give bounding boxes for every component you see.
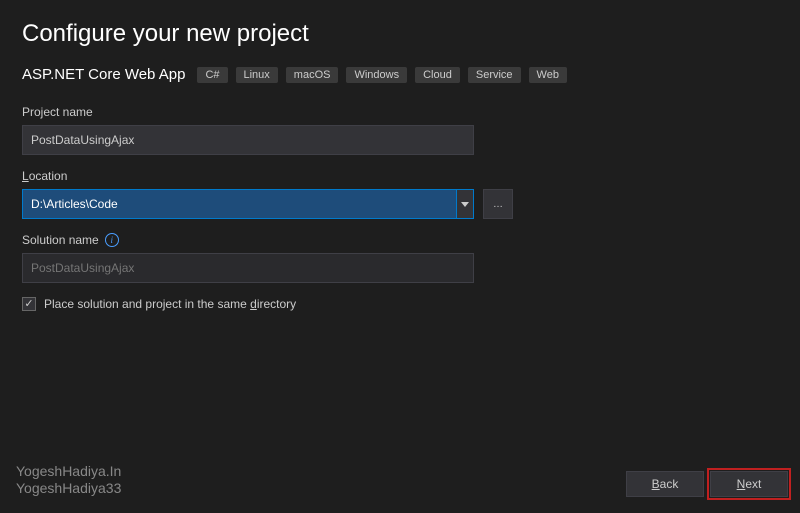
tag-macos: macOS	[286, 67, 339, 83]
tag-service: Service	[468, 67, 521, 83]
back-button[interactable]: Back	[626, 471, 704, 497]
solution-name-input	[22, 253, 474, 283]
location-dropdown-button[interactable]	[456, 189, 474, 219]
info-icon[interactable]: i	[105, 233, 119, 247]
template-info-row: ASP.NET Core Web App C# Linux macOS Wind…	[22, 66, 778, 83]
chevron-down-icon	[461, 202, 469, 207]
project-name-label: Project name	[22, 105, 778, 119]
browse-button[interactable]: …	[483, 189, 513, 219]
same-directory-label: Place solution and project in the same d…	[44, 297, 296, 311]
same-directory-checkbox[interactable]	[22, 297, 36, 311]
watermark: YogeshHadiya.In YogeshHadiya33	[16, 463, 121, 497]
tag-windows: Windows	[346, 67, 407, 83]
page-title: Configure your new project	[22, 20, 778, 48]
solution-name-label: Solution name i	[22, 233, 778, 247]
tag-cloud: Cloud	[415, 67, 460, 83]
tag-web: Web	[529, 67, 567, 83]
tag-csharp: C#	[197, 67, 227, 83]
tag-linux: Linux	[236, 67, 278, 83]
next-button[interactable]: Next	[710, 471, 788, 497]
location-label: Location	[22, 169, 778, 183]
template-name: ASP.NET Core Web App	[22, 66, 185, 83]
location-input[interactable]	[22, 189, 456, 219]
project-name-input[interactable]	[22, 125, 474, 155]
